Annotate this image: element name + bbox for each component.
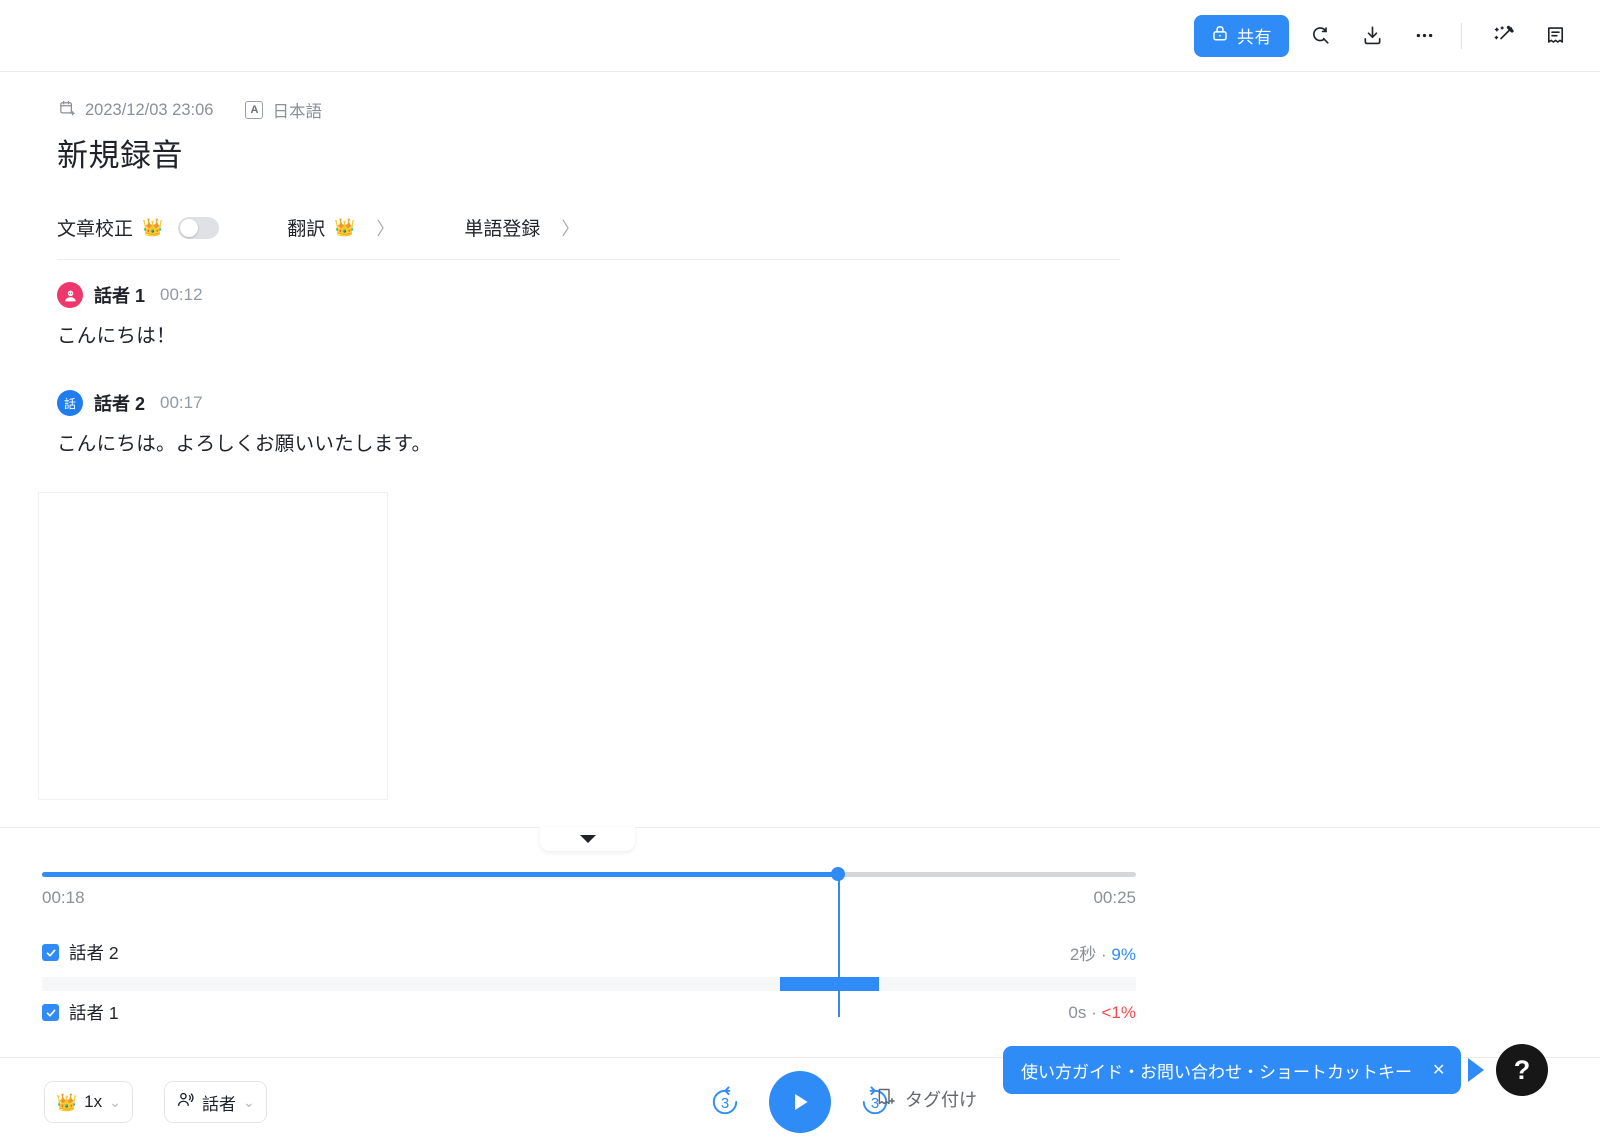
total-time: 00:25 [1093,888,1136,907]
segment-timestamp[interactable]: 00:12 [160,285,203,305]
notes-icon[interactable] [1534,15,1576,57]
guide-toast[interactable]: 使い方ガイド・お問い合わせ・ショートカットキー ✕ [1003,1046,1462,1094]
seek-bar[interactable] [42,867,1136,881]
add-tag-button[interactable]: タグ付け [875,1086,977,1112]
segment-header: 話者 1 00:12 [57,282,1120,308]
help-button[interactable]: ? [1496,1044,1548,1096]
speaker-checkbox-wrap[interactable]: 話者 1 [42,1000,119,1025]
search-icon[interactable] [1299,15,1341,57]
proofread-toggle[interactable] [178,216,220,239]
transcript-list: 話者 1 00:12 こんにちは！ 話 話者 2 00:17 こんにちは。よろし… [57,282,1120,498]
chevron-down-icon: ⌄ [109,1093,121,1110]
collapse-player-handle[interactable] [540,827,635,851]
rewind-seconds-label: 3 [720,1095,730,1112]
speaker-duration: 0s [1068,1002,1087,1022]
page-title[interactable]: 新規録音 [57,130,183,175]
glossary-label: 単語登録 [464,219,541,240]
playback-speed-value: 1x [84,1092,103,1111]
recording-language: 日本語 [272,103,322,121]
share-button-label: 共有 [1237,28,1272,47]
translate-label: 翻訳 [287,219,326,240]
stats-separator: · [1091,1002,1097,1022]
chevron-down-icon: ⌄ [243,1093,255,1110]
segment-timestamp[interactable]: 00:17 [160,393,203,413]
translate-feature[interactable]: 翻訳 👑 〉 [287,214,394,241]
waveform-segment[interactable] [780,977,879,991]
app-root: 共有 2023/12/03 23:06 A 日本語 新規録音 文章校正 👑 翻訳… [0,0,1600,1145]
header-divider [1461,22,1462,49]
people-icon [176,1090,195,1114]
checkbox-checked-icon[interactable] [42,944,59,961]
speaker-percent: <1% [1101,1002,1137,1022]
segment-text[interactable]: こんにちは！ [57,321,1120,352]
speaker-checkbox-wrap[interactable]: 話者 2 [42,940,119,965]
playback-speed-selector[interactable]: 👑 1x ⌄ [44,1081,133,1123]
crown-icon: 👑 [142,218,164,237]
chevron-down-icon [579,835,596,843]
segment-header: 話 話者 2 00:17 [57,390,1120,417]
speaker-filter-label: 話者 [202,1094,236,1114]
speaker-duration: 2秒 [1069,945,1097,964]
share-button[interactable]: 共有 [1194,14,1289,57]
transcript-segment[interactable]: 話 話者 2 00:17 こんにちは。よろしくお願いいたします。 [57,390,1120,460]
rewind-3s-button[interactable]: 3 [708,1085,742,1119]
play-button[interactable] [769,1071,831,1133]
magic-wand-icon[interactable] [1482,15,1524,57]
transcript-segment[interactable]: 話者 1 00:12 こんにちは！ [57,282,1120,352]
player-divider [0,827,1600,828]
toggle-knob [180,218,199,237]
speaker-waveform-lane[interactable] [42,977,1136,991]
crown-icon: 👑 [56,1092,78,1112]
language-badge-icon: A [245,101,264,119]
download-icon[interactable] [1351,15,1393,57]
speaker-lane: 話者 2 2秒 · 9% [42,940,1136,991]
stats-separator: · [1101,945,1107,964]
tag-icon [875,1086,896,1112]
speaker-lane: 話者 1 0s · <1% [42,1000,1136,1025]
more-icon[interactable] [1403,15,1445,57]
checkbox-checked-icon[interactable] [42,1004,59,1021]
speaker-name[interactable]: 話者 1 [94,282,145,308]
segment-text[interactable]: こんにちは。よろしくお願いいたします。 [57,429,1120,460]
proofread-feature[interactable]: 文章校正 👑 [57,214,220,241]
current-time: 00:18 [42,888,85,907]
speaker-lane-header: 話者 1 0s · <1% [42,1000,1136,1025]
avatar[interactable]: 話 [57,390,83,417]
crown-icon: 👑 [334,218,356,237]
speaker-lane-label: 話者 1 [69,1003,119,1023]
close-icon[interactable]: ✕ [1432,1060,1445,1080]
avatar[interactable] [57,282,83,308]
chevron-right-icon: 〉 [561,218,580,239]
feature-toolbar: 文章校正 👑 翻訳 👑 〉 単語登録 〉 [57,196,1120,260]
add-tag-label: タグ付け [905,1090,977,1110]
seek-progress [42,872,839,877]
speaker-lane-header: 話者 2 2秒 · 9% [42,940,1136,965]
speaker-percent: 9% [1111,945,1136,964]
speaker-lane-label: 話者 2 [69,943,119,963]
recording-timestamp: 2023/12/03 23:06 [85,100,214,119]
speaker-filter-selector[interactable]: 話者 ⌄ [164,1081,267,1123]
speaker-lane-stats: 2秒 · 9% [1070,940,1136,965]
speaker-name[interactable]: 話者 2 [94,390,145,416]
guide-toast-text: 使い方ガイド・お問い合わせ・ショートカットキー [1021,1062,1412,1082]
chevron-right-icon: 〉 [376,218,395,239]
transcript-edit-area[interactable] [38,492,388,800]
calendar-icon [58,99,76,122]
speaker-lane-stats: 0s · <1% [1068,1003,1136,1023]
glossary-feature[interactable]: 単語登録 〉 [464,214,579,241]
recording-meta: 2023/12/03 23:06 A 日本語 [58,98,322,122]
lock-icon [1211,24,1229,47]
proofread-label: 文章校正 [57,219,134,240]
top-header: 共有 [0,0,1600,72]
guide-toast-arrow [1468,1058,1484,1082]
